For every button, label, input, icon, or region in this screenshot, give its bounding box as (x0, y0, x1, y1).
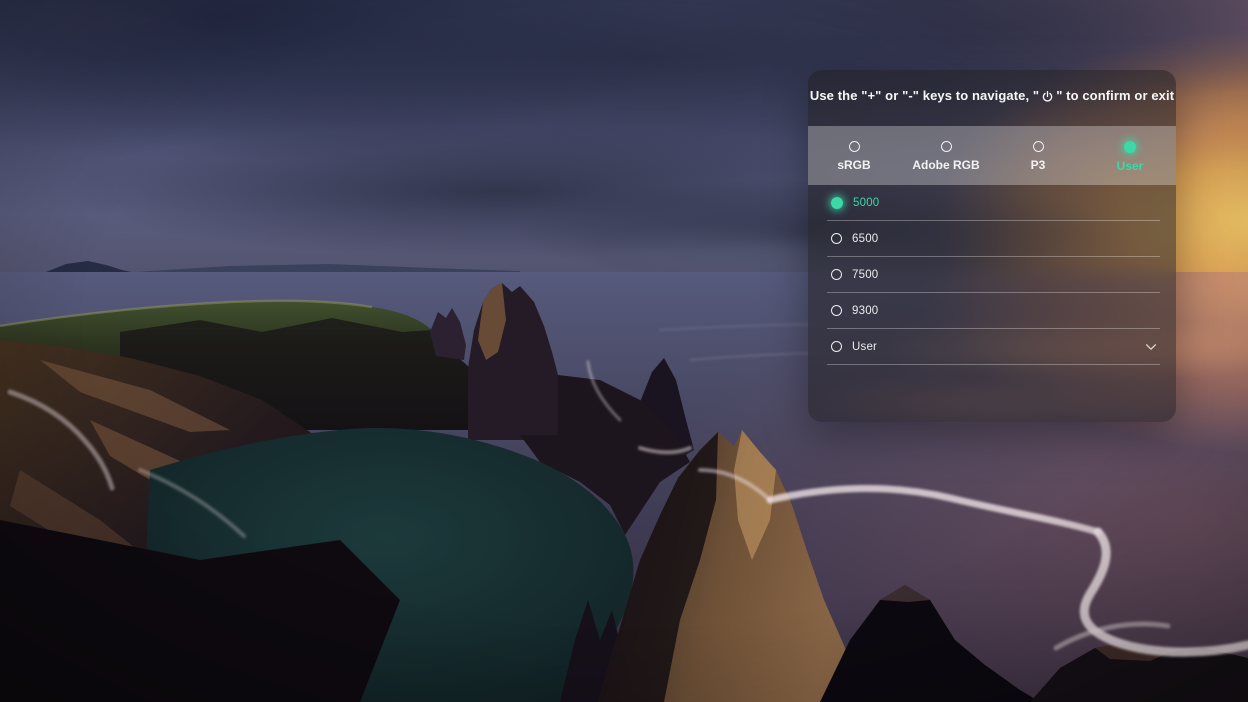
osd-instruction: Use the "+" or "-" keys to navigate, " "… (808, 88, 1176, 104)
osd-panel: Use the "+" or "-" keys to navigate, " "… (808, 70, 1176, 422)
color-mode-group: sRGB Adobe RGB P3 User (808, 126, 1176, 185)
radio-selected-icon[interactable] (831, 197, 843, 209)
color-mode-option-p3[interactable]: P3 (992, 126, 1084, 185)
color-temp-option-user[interactable]: User (827, 329, 1160, 365)
radio-icon[interactable] (849, 141, 860, 152)
color-temp-option-9300[interactable]: 9300 (827, 293, 1160, 329)
color-mode-label: Adobe RGB (912, 158, 979, 172)
osd-instruction-prefix: Use the "+" or "-" keys to navigate, " (810, 88, 1039, 104)
color-temp-label: 5000 (853, 197, 879, 209)
power-icon (1041, 90, 1054, 103)
color-temp-label: User (852, 341, 877, 353)
color-temp-option-6500[interactable]: 6500 (827, 221, 1160, 257)
radio-icon[interactable] (941, 141, 952, 152)
color-temp-label: 7500 (852, 269, 878, 281)
color-mode-label: sRGB (837, 158, 870, 172)
radio-selected-icon[interactable] (1124, 141, 1136, 153)
radio-icon[interactable] (831, 269, 842, 280)
color-temp-label: 6500 (852, 233, 878, 245)
chevron-down-icon[interactable] (1144, 340, 1158, 354)
color-mode-option-adobe-rgb[interactable]: Adobe RGB (900, 126, 992, 185)
color-temp-list: 5000 6500 7500 9300 User (827, 185, 1160, 365)
radio-icon[interactable] (831, 233, 842, 244)
color-mode-option-user[interactable]: User (1084, 126, 1176, 185)
radio-icon[interactable] (831, 341, 842, 352)
osd-instruction-suffix: " to confirm or exit (1056, 88, 1174, 104)
color-temp-option-7500[interactable]: 7500 (827, 257, 1160, 293)
screen: Use the "+" or "-" keys to navigate, " "… (0, 0, 1248, 702)
color-temp-option-5000[interactable]: 5000 (827, 185, 1160, 221)
color-mode-label: User (1117, 159, 1144, 173)
color-mode-option-srgb[interactable]: sRGB (808, 126, 900, 185)
color-temp-label: 9300 (852, 305, 878, 317)
radio-icon[interactable] (831, 305, 842, 316)
color-mode-label: P3 (1031, 158, 1046, 172)
radio-icon[interactable] (1033, 141, 1044, 152)
